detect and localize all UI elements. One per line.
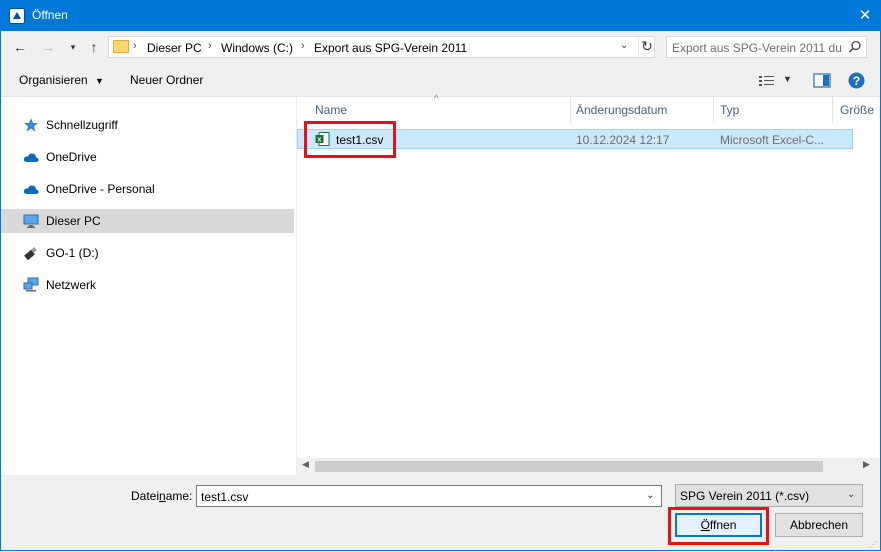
window-title: Öffnen: [32, 8, 68, 22]
close-button[interactable]: ✕: [852, 4, 878, 27]
column-divider[interactable]: [713, 97, 714, 123]
filename-label-part: ame:: [165, 489, 193, 503]
breadcrumb-dieser-pc[interactable]: Dieser PC: [147, 41, 202, 55]
breadcrumb-separator: ›: [133, 40, 137, 52]
column-header-name[interactable]: Name: [315, 103, 347, 117]
navigation-pane: Schnellzugriff OneDrive OneDrive - Perso…: [1, 97, 297, 475]
nav-item-label: Dieser PC: [46, 214, 101, 228]
search-box[interactable]: Export aus SPG-Verein 2011 du...: [666, 36, 867, 58]
nav-item-usb-drive[interactable]: GO-1 (D:): [1, 241, 294, 265]
highlight-open-button-box: [668, 507, 769, 545]
refresh-icon[interactable]: ↻: [638, 38, 655, 56]
filename-field[interactable]: test1.csv ⌄: [196, 485, 662, 507]
filename-dropdown-chevron-icon[interactable]: ⌄: [646, 490, 654, 501]
file-date: 10.12.2024 12:17: [576, 133, 670, 147]
chevron-down-icon: ▼: [95, 76, 104, 86]
horizontal-scrollbar[interactable]: ◀ ▶: [297, 458, 880, 475]
nav-item-onedrive-personal[interactable]: OneDrive - Personal: [1, 177, 294, 201]
cloud-icon: [23, 185, 39, 194]
breadcrumb-separator: ›: [301, 40, 305, 52]
nav-item-onedrive[interactable]: OneDrive: [1, 145, 294, 169]
preview-pane-icon[interactable]: [813, 73, 831, 88]
filter-value: SPG Verein 2011 (*.csv): [680, 489, 810, 503]
nav-item-quick-access[interactable]: Schnellzugriff: [1, 113, 294, 137]
column-header-type[interactable]: Typ: [720, 103, 739, 117]
file-type-filter-select[interactable]: SPG Verein 2011 (*.csv) ⌄: [675, 484, 863, 507]
filename-label-accesskey: n: [159, 489, 166, 503]
column-header-size[interactable]: Größe: [840, 103, 874, 117]
nav-item-label: GO-1 (D:): [46, 246, 99, 260]
column-header-date[interactable]: Änderungsdatum: [576, 103, 667, 117]
computer-icon: [23, 214, 39, 228]
nav-item-this-pc[interactable]: Dieser PC: [1, 209, 294, 233]
address-dropdown-chevron-icon[interactable]: ⌄: [620, 40, 628, 51]
scroll-right-icon[interactable]: ▶: [863, 459, 870, 470]
usb-drive-icon: [24, 247, 37, 261]
view-chevron-down-icon[interactable]: ▼: [783, 74, 792, 84]
folder-icon: [113, 40, 129, 53]
organize-button[interactable]: Organisieren ▼: [19, 73, 104, 87]
column-divider[interactable]: [570, 97, 571, 123]
scroll-left-icon[interactable]: ◀: [302, 459, 309, 470]
view-options-icon[interactable]: [758, 74, 776, 88]
filename-value[interactable]: test1.csv: [201, 490, 248, 504]
nav-item-label: OneDrive - Personal: [46, 182, 155, 196]
app-icon: [9, 8, 25, 24]
nav-item-label: OneDrive: [46, 150, 97, 164]
cloud-icon: [23, 153, 39, 162]
breadcrumb-export-folder[interactable]: Export aus SPG-Verein 2011: [314, 41, 467, 55]
cancel-button[interactable]: Abbrechen: [775, 513, 863, 537]
nav-item-label: Schnellzugriff: [46, 118, 118, 132]
new-folder-button[interactable]: Neuer Ordner: [130, 73, 203, 87]
file-type: Microsoft Excel-C...: [720, 133, 825, 147]
resize-grip-icon[interactable]: ⋰: [869, 540, 877, 549]
up-arrow-icon[interactable]: ↑: [84, 38, 104, 56]
scrollbar-thumb[interactable]: [315, 461, 823, 472]
nav-item-network[interactable]: Netzwerk: [1, 273, 294, 297]
recent-locations-chevron-icon[interactable]: ▾: [63, 38, 83, 56]
network-icon: [23, 277, 39, 292]
nav-item-label: Netzwerk: [46, 278, 97, 292]
svg-text:?: ?: [853, 74, 860, 88]
column-headers: Name Änderungsdatum Typ Größe: [297, 97, 880, 123]
toolbar: Organisieren ▼ Neuer Ordner ▼ ?: [1, 65, 880, 97]
filename-label-part: Datei: [131, 489, 160, 503]
back-arrow-icon[interactable]: ←: [10, 38, 30, 56]
address-bar[interactable]: › Dieser PC › Windows (C:) › Export aus …: [108, 36, 655, 58]
breadcrumb-windows-c[interactable]: Windows (C:): [221, 41, 293, 55]
help-icon[interactable]: ?: [848, 72, 865, 89]
search-input[interactable]: Export aus SPG-Verein 2011 du...: [672, 41, 842, 55]
column-divider[interactable]: [832, 97, 833, 123]
star-icon: [24, 118, 38, 132]
breadcrumb-separator: ›: [208, 40, 212, 52]
highlight-file-box: [304, 121, 396, 158]
organize-label: Organisieren: [19, 73, 88, 87]
title-bar: Öffnen ✕: [0, 0, 881, 31]
forward-arrow-icon[interactable]: →: [38, 38, 58, 56]
search-icon: [848, 40, 861, 53]
filename-label: Dateiname:: [131, 489, 192, 503]
filter-dropdown-chevron-icon: ⌄: [847, 489, 856, 500]
